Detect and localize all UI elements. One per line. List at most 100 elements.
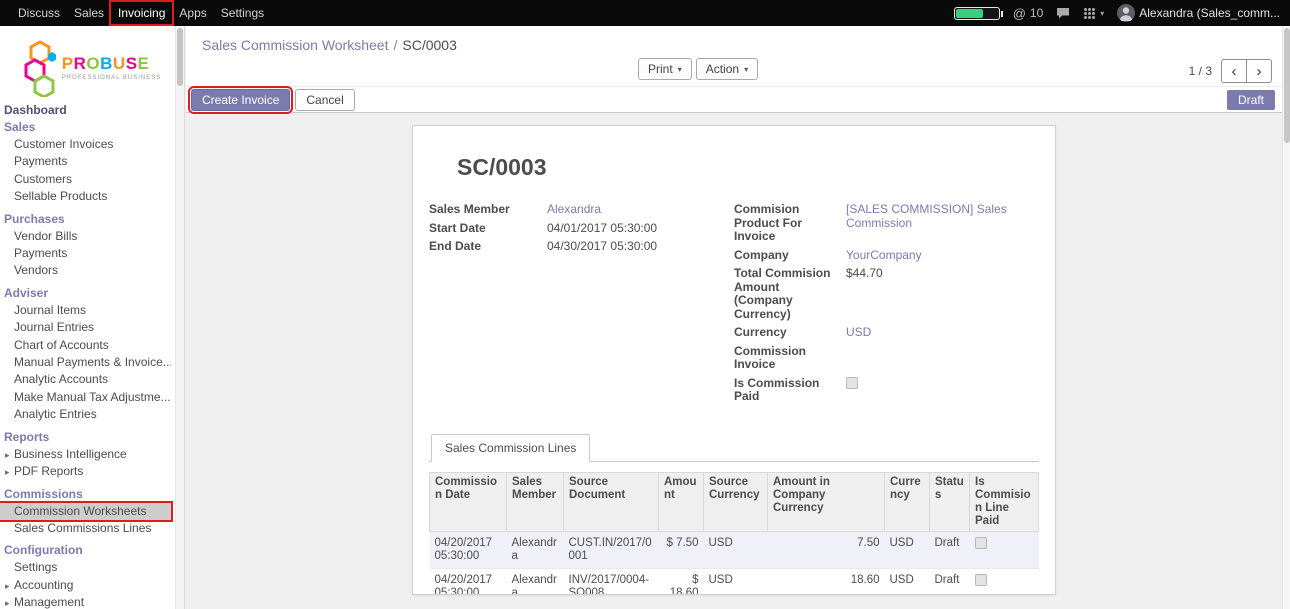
sidebar-section-commissions: Commissions	[0, 485, 171, 503]
cell-amount-company: 18.60	[768, 568, 885, 595]
topbar: Discuss Sales Invoicing Apps Settings @ …	[0, 0, 1290, 26]
cell-amount: $ 7.50	[659, 531, 704, 568]
sidebar-item-manual-payments[interactable]: Manual Payments & Invoice...	[0, 354, 171, 371]
chevron-down-icon: ▾	[744, 65, 748, 74]
record-title: SC/0003	[457, 154, 1039, 181]
control-panel: Sales Commission Worksheet/SC/0003 Print…	[186, 26, 1282, 86]
col-header-source-document[interactable]: Source Document	[564, 472, 659, 531]
sidebar-item-analytic-accounts[interactable]: Analytic Accounts	[0, 371, 171, 388]
sidebar-item-business-intelligence[interactable]: ▸Business Intelligence	[0, 446, 171, 463]
sidebar-section-adviser: Adviser	[0, 284, 171, 302]
cell-source-document: INV/2017/0004-SO008	[564, 568, 659, 595]
menu-settings[interactable]: Settings	[214, 2, 271, 24]
sidebar-item-sales-commissions-lines[interactable]: Sales Commissions Lines	[0, 520, 171, 537]
field-label: Currency	[734, 326, 846, 340]
user-name: Alexandra (Sales_comm...	[1139, 6, 1280, 20]
tools-menu-button[interactable]: ▾	[1083, 7, 1104, 20]
sidebar-item-journal-entries[interactable]: Journal Entries	[0, 319, 171, 336]
col-header-sales-member[interactable]: Sales Member	[507, 472, 564, 531]
create-invoice-button[interactable]: Create Invoice	[191, 89, 290, 111]
sidebar-item-analytic-entries[interactable]: Analytic Entries	[0, 406, 171, 423]
commission-lines-table: Commission Date Sales Member Source Docu…	[429, 472, 1039, 596]
cell-sales-member: Alexandra	[507, 568, 564, 595]
is-commission-paid-checkbox[interactable]	[846, 377, 858, 389]
form-body: SC/0003 Sales Member Alexandra Start Dat…	[186, 113, 1282, 609]
company-link[interactable]: YourCompany	[846, 249, 1018, 263]
line-paid-checkbox[interactable]	[975, 537, 987, 549]
commission-product-link[interactable]: [SALES COMMISSION] Sales Commission	[846, 203, 1018, 230]
cell-amount-company: 7.50	[768, 531, 885, 568]
expand-caret-icon: ▸	[5, 597, 10, 609]
field-is-commission-paid: Is Commission Paid	[734, 377, 1039, 404]
avatar	[1117, 4, 1135, 22]
sidebar-item-commission-worksheets[interactable]: Commission Worksheets	[0, 503, 171, 520]
tab-sales-commission-lines[interactable]: Sales Commission Lines	[431, 434, 590, 462]
menu-sales[interactable]: Sales	[67, 2, 111, 24]
sidebar-item-vendor-bills[interactable]: Vendor Bills	[0, 228, 171, 245]
col-header-amount-company-currency[interactable]: Amount in Company Currency	[768, 472, 885, 531]
col-header-commission-date[interactable]: Commission Date	[430, 472, 507, 531]
cell-source-currency: USD	[704, 531, 768, 568]
chevron-down-icon: ▾	[678, 65, 682, 74]
battery-nub	[1001, 11, 1003, 17]
sidebar-item-accounting[interactable]: ▸Accounting	[0, 577, 171, 594]
cell-currency: USD	[885, 531, 930, 568]
pager-count: 1 / 3	[1189, 64, 1212, 78]
pager-next-button[interactable]: ›	[1246, 59, 1272, 83]
currency-link[interactable]: USD	[846, 326, 1018, 340]
print-dropdown-button[interactable]: Print▾	[638, 58, 692, 80]
sidebar-scrollbar	[175, 26, 184, 609]
sidebar-item-customer-invoices[interactable]: Customer Invoices	[0, 136, 171, 153]
menu-discuss[interactable]: Discuss	[11, 2, 67, 24]
commission-line-row[interactable]: 04/20/2017 05:30:00 Alexandra CUST.IN/20…	[430, 531, 1039, 568]
commission-line-row[interactable]: 04/20/2017 05:30:00 Alexandra INV/2017/0…	[430, 568, 1039, 595]
sales-member-link[interactable]: Alexandra	[547, 203, 734, 217]
sidebar: PROBUSE PROFESSIONAL BUSINESS Dashboard …	[0, 26, 185, 609]
col-header-source-currency[interactable]: Source Currency	[704, 472, 768, 531]
col-header-line-paid[interactable]: Is Commision Line Paid	[970, 472, 1039, 531]
sidebar-item-pdf-reports[interactable]: ▸PDF Reports	[0, 463, 171, 480]
sidebar-item-sellable-products[interactable]: Sellable Products	[0, 188, 171, 205]
cell-line-paid	[970, 531, 1039, 568]
sidebar-section-configuration: Configuration	[0, 541, 171, 559]
field-start-date: Start Date 04/01/2017 05:30:00	[429, 222, 734, 236]
sidebar-item-management[interactable]: ▸Management	[0, 594, 171, 609]
sidebar-item-customers[interactable]: Customers	[0, 171, 171, 188]
cancel-button[interactable]: Cancel	[295, 89, 354, 111]
at-icon: @	[1013, 6, 1026, 21]
sidebar-item-settings[interactable]: Settings	[0, 559, 171, 576]
expand-caret-icon: ▸	[5, 580, 10, 593]
user-menu[interactable]: Alexandra (Sales_comm...	[1117, 4, 1280, 22]
sidebar-item-make-manual-tax[interactable]: Make Manual Tax Adjustme...	[0, 389, 171, 406]
sidebar-scrollbar-thumb[interactable]	[177, 28, 183, 86]
trial-battery-indicator	[954, 7, 1000, 20]
main-content: Sales Commission Worksheet/SC/0003 Print…	[186, 26, 1282, 609]
line-paid-checkbox[interactable]	[975, 574, 987, 586]
mentions-counter[interactable]: @ 10	[1013, 6, 1044, 21]
sidebar-section-purchases: Purchases	[0, 210, 171, 228]
menu-apps[interactable]: Apps	[172, 2, 213, 24]
cell-commission-date: 04/20/2017 05:30:00	[430, 568, 507, 595]
page-scrollbar-thumb[interactable]	[1284, 28, 1290, 143]
breadcrumb-parent-link[interactable]: Sales Commission Worksheet	[202, 37, 388, 53]
sidebar-item-vendors[interactable]: Vendors	[0, 262, 171, 279]
sidebar-item-dashboard[interactable]: Dashboard	[0, 102, 171, 118]
menu-invoicing[interactable]: Invoicing	[111, 2, 172, 24]
sidebar-item-payments-purchases[interactable]: Payments	[0, 245, 171, 262]
field-commission-invoice: Commission Invoice	[734, 345, 1039, 372]
messages-button[interactable]	[1056, 7, 1070, 19]
cell-sales-member: Alexandra	[507, 531, 564, 568]
pager: 1 / 3 ‹ ›	[1189, 59, 1272, 83]
pager-previous-button[interactable]: ‹	[1221, 59, 1247, 83]
sidebar-section-sales: Sales	[0, 118, 171, 136]
sidebar-item-chart-of-accounts[interactable]: Chart of Accounts	[0, 337, 171, 354]
sidebar-section-reports: Reports	[0, 428, 171, 446]
col-header-amount[interactable]: Amount	[659, 472, 704, 531]
field-label: Commision Product For Invoice	[734, 203, 846, 244]
sidebar-item-payments-sales[interactable]: Payments	[0, 153, 171, 170]
sidebar-item-journal-items[interactable]: Journal Items	[0, 302, 171, 319]
col-header-status[interactable]: Status	[930, 472, 970, 531]
col-header-currency[interactable]: Currency	[885, 472, 930, 531]
action-dropdown-button[interactable]: Action▾	[696, 58, 758, 80]
probuse-logo[interactable]: PROBUSE PROFESSIONAL BUSINESS	[0, 26, 184, 102]
